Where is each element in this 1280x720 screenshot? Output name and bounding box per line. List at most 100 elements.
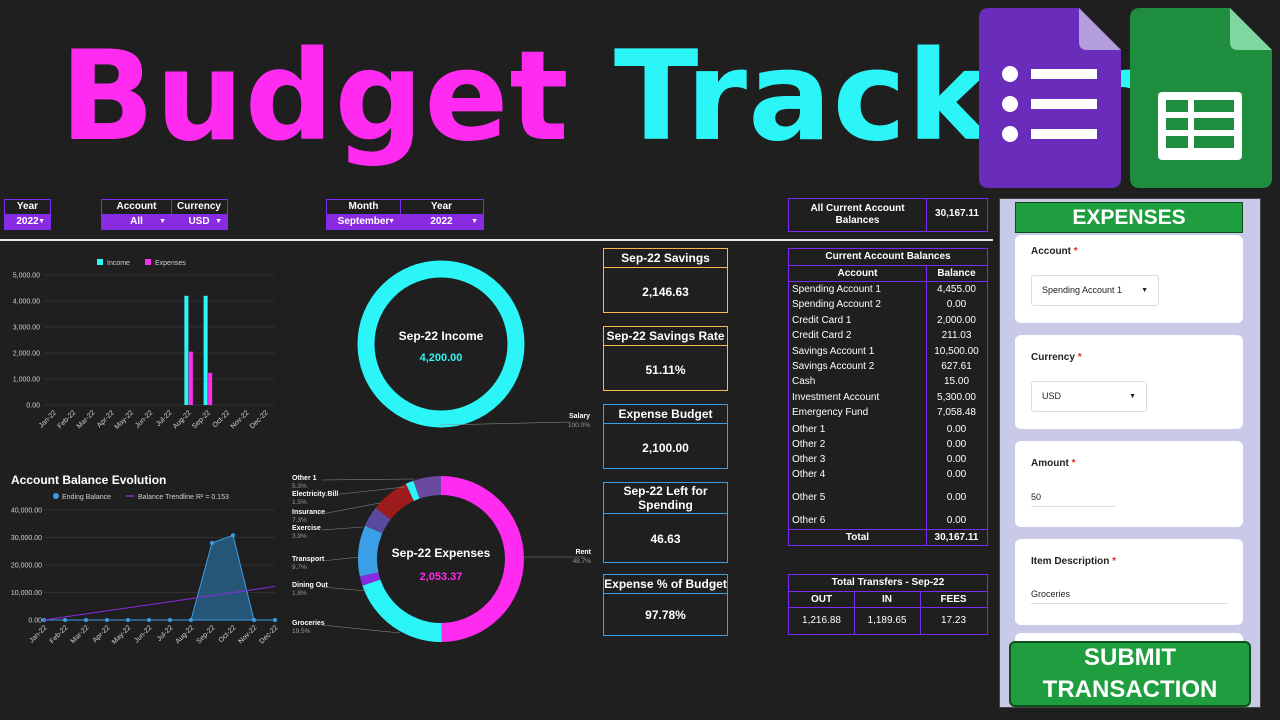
x-tick-label: Oct-22 <box>211 409 231 429</box>
balances-row-value: 10,500.00 <box>934 346 979 357</box>
bar-income <box>203 295 208 405</box>
expense-donut-title: Sep-22 Expenses <box>391 546 491 560</box>
required-mark: * <box>1073 246 1078 257</box>
balances-row-account: Savings Account 1 <box>792 346 875 357</box>
kpi-left-label: Sep-22 Left for Spending <box>604 483 727 514</box>
x-tick-label: Dec-22 <box>258 624 279 645</box>
kpi-expense-pct-value: 97.78% <box>645 608 686 622</box>
balances-row-value: 0.00 <box>946 299 967 310</box>
all-balances-box: All Current Account Balances 30,167.11 <box>788 198 988 232</box>
transfers-table: Total Transfers - Sep-22 OUT IN FEES 1,2… <box>788 574 988 635</box>
balances-row-value: 2,000.00 <box>937 315 976 326</box>
page-title: Budget Tracker <box>60 22 1135 172</box>
kpi-expense-pct-label: Expense % of Budget <box>604 575 727 594</box>
amount-question: Amount * 50 <box>1015 441 1243 527</box>
legend-label: Expenses <box>155 260 186 267</box>
income-donut-title: Sep-22 Income <box>398 329 484 343</box>
balances-row-account: Other 1 <box>792 424 826 435</box>
x-tick-label: May-22 <box>114 409 136 431</box>
submit-transaction-button[interactable]: SUBMIT TRANSACTION <box>1009 641 1251 707</box>
balances-row-value: 0.00 <box>946 469 967 480</box>
ending-balance-area <box>44 534 275 621</box>
balances-row-value: 15.00 <box>943 376 970 387</box>
month-year-filter: Month Year September ▼ 2022 ▼ <box>326 199 484 230</box>
slice-label: Other 1 <box>292 475 317 482</box>
slice-label: Insurance <box>292 509 325 516</box>
submit-line-2: TRANSACTION <box>1042 676 1218 703</box>
submit-line-1: SUBMIT <box>1084 644 1176 671</box>
transfers-header-out: OUT <box>810 594 833 605</box>
slice-label: Transport <box>292 556 325 563</box>
balances-row-value: 0.00 <box>946 424 967 435</box>
all-balances-value: 30,167.11 <box>935 208 979 219</box>
balances-total-label: Total <box>845 532 870 543</box>
balance-point <box>168 618 172 622</box>
kpi-savings-rate-value: 51.11% <box>645 363 686 377</box>
x-tick-label: Jan-22 <box>28 624 48 644</box>
description-question-label: Item Description <box>1031 556 1110 567</box>
balances-row-account: Credit Card 1 <box>792 315 852 326</box>
balances-row-value: 0.00 <box>946 492 967 503</box>
slice-pct: 48.7% <box>573 558 592 565</box>
expense-slice-transport <box>358 525 383 577</box>
x-tick-label: Nov-22 <box>230 409 251 430</box>
transfers-header-fees: FEES <box>940 594 967 605</box>
balances-row-account: Other 2 <box>792 439 826 450</box>
currency-question: Currency * USD ▼ <box>1015 335 1243 429</box>
transfers-fees-value: 17.23 <box>940 615 967 626</box>
leader-line <box>321 586 368 592</box>
balances-header-balance: Balance <box>937 268 976 279</box>
transfers-in-value: 1,189.65 <box>867 615 907 626</box>
slice-label: Rent <box>575 549 591 556</box>
balances-header-account: Account <box>837 268 878 279</box>
year2-filter-value[interactable]: 2022 ▼ <box>400 215 483 229</box>
bar-expenses <box>208 372 213 405</box>
kpi-savings-value: 2,146.63 <box>642 285 689 299</box>
kpi-expense-budget: Expense Budget 2,100.00 <box>603 404 728 469</box>
balances-row-value: 7,058.48 <box>937 407 976 418</box>
y-tick-label: 1,000.00 <box>13 377 40 384</box>
leader-line <box>321 556 360 562</box>
form-header: EXPENSES <box>1015 202 1243 233</box>
year-filter-value[interactable]: 2022 ▼ <box>5 215 50 229</box>
expense-form-panel: EXPENSES Account * Spending Account 1 ▼ … <box>999 198 1261 708</box>
legend-label: Ending Balance <box>62 494 111 501</box>
dropdown-arrow-icon: ▼ <box>38 218 45 225</box>
account-dropdown[interactable]: Spending Account 1 ▼ <box>1031 275 1159 306</box>
y-tick-label: 4,000.00 <box>13 299 40 306</box>
balances-row-value: 4,455.00 <box>937 284 976 295</box>
x-tick-label: Aug-22 <box>172 409 193 430</box>
slice-label: Electricity Bill <box>292 491 338 498</box>
balance-evolution-title: Account Balance Evolution <box>11 473 167 487</box>
balances-row-account: Other 5 <box>792 492 826 503</box>
kpi-expense-budget-label: Expense Budget <box>604 405 727 424</box>
x-tick-label: Jun-22 <box>133 624 153 644</box>
leader-line <box>321 526 364 531</box>
currency-filter-value[interactable]: USD ▼ <box>171 215 227 229</box>
title-budget: Budget <box>60 25 570 169</box>
month-filter-label: Month <box>327 200 400 215</box>
account-filter-value[interactable]: All ▼ <box>102 215 171 229</box>
currency-filter-label: Currency <box>171 200 227 215</box>
google-sheets-icon <box>1130 8 1272 188</box>
slice-label: Groceries <box>292 620 325 627</box>
y-tick-label: 0.00 <box>26 403 40 410</box>
kpi-savings-label: Sep-22 Savings <box>604 249 727 268</box>
header-divider <box>0 239 993 241</box>
balance-point <box>126 618 130 622</box>
kpi-expense-pct: Expense % of Budget 97.78% <box>603 574 728 636</box>
y-tick-label: 20,000.00 <box>11 563 42 570</box>
year-filter[interactable]: Year 2022 ▼ <box>4 199 51 230</box>
currency-dropdown[interactable]: USD ▼ <box>1031 381 1147 412</box>
balance-evolution-chart: 0.00 10,000.00 20,000.00 30,000.00 40,000.00… <box>11 493 279 646</box>
balances-row-account: Spending Account 2 <box>792 299 881 310</box>
description-input[interactable]: Groceries <box>1031 589 1070 599</box>
legend-label: Income <box>107 260 130 267</box>
month-filter-value[interactable]: September ▼ <box>327 215 400 229</box>
expense-donut-value: 2,053.37 <box>419 571 463 583</box>
balances-table-title: Current Account Balances <box>825 251 951 262</box>
legend-label: Balance Trendline R² = 0.153 <box>138 494 229 501</box>
balances-row-value: 5,300.00 <box>937 392 976 403</box>
amount-input[interactable]: 50 <box>1031 492 1041 502</box>
kpi-savings-rate: Sep-22 Savings Rate 51.11% <box>603 326 728 391</box>
